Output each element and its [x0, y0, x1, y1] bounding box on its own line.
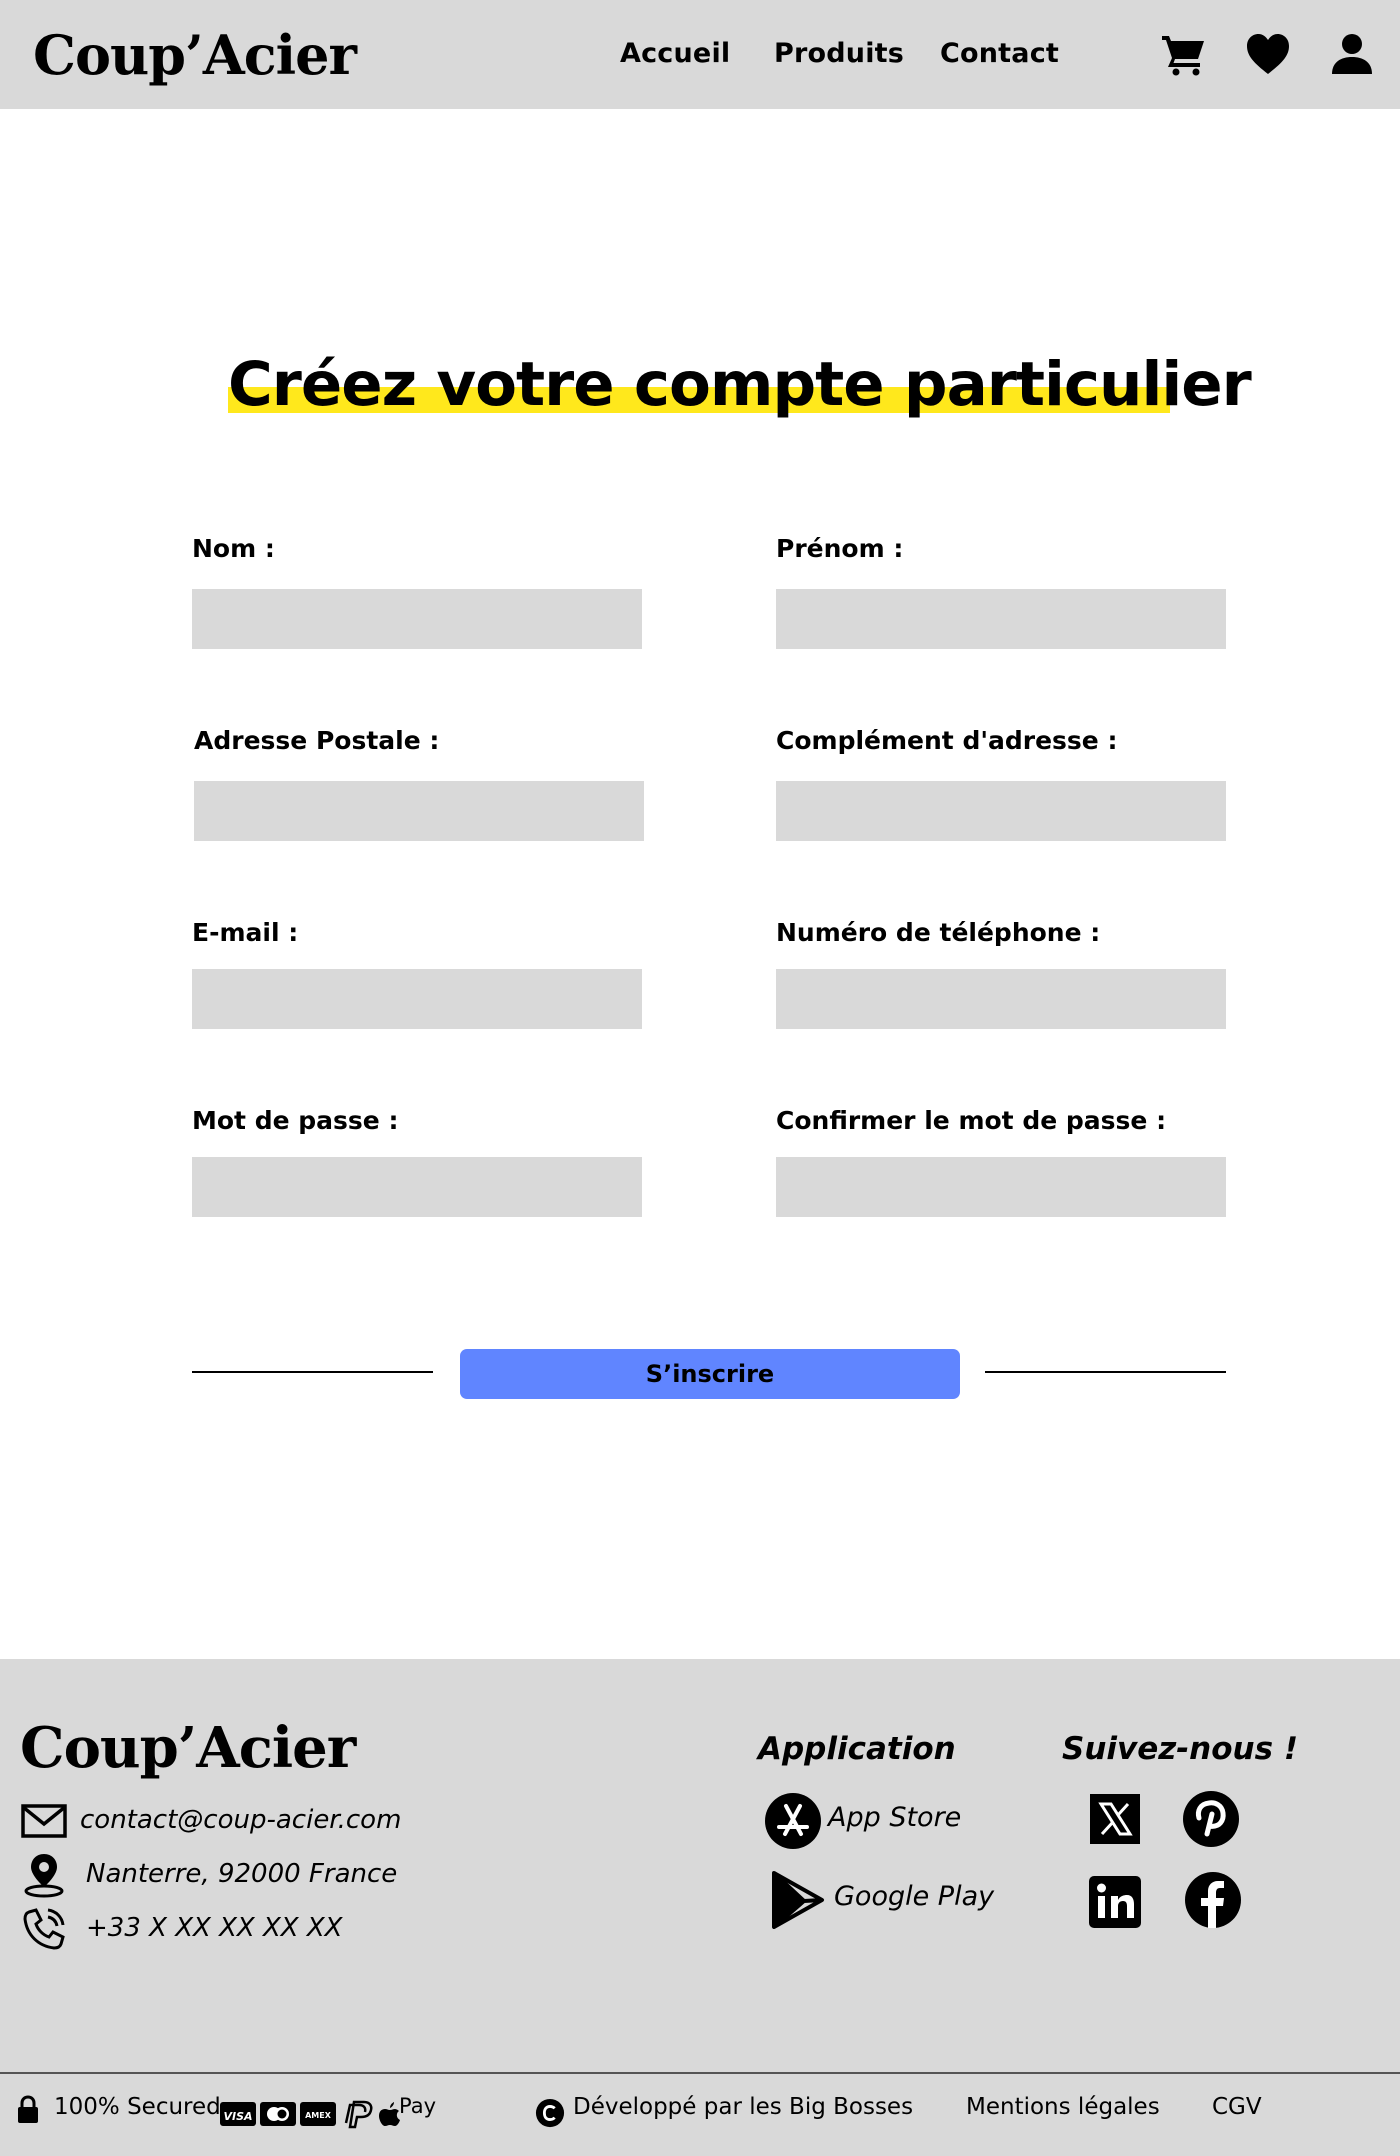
nav-accueil[interactable]: Accueil — [620, 38, 730, 69]
nom-input[interactable] — [192, 589, 642, 649]
brand-logo[interactable]: Coup’Acier — [33, 20, 357, 90]
user-icon[interactable] — [1328, 30, 1376, 78]
nav-produits[interactable]: Produits — [774, 38, 904, 69]
label-adresse: Adresse Postale : — [194, 726, 440, 755]
complement-input[interactable] — [776, 781, 1226, 841]
nav-contact[interactable]: Contact — [940, 38, 1059, 69]
prenom-input[interactable] — [776, 589, 1226, 649]
label-nom: Nom : — [192, 534, 275, 563]
cgv-link[interactable]: CGV — [1212, 2094, 1262, 2120]
adresse-input[interactable] — [194, 781, 644, 841]
label-email: E-mail : — [192, 918, 299, 947]
paypal-icon — [342, 2099, 374, 2129]
app-store-icon — [764, 1792, 822, 1850]
secured-label: 100% Secured — [54, 2094, 221, 2120]
phone-icon — [20, 1905, 68, 1953]
page-title: Créez votre compte particulier — [228, 349, 1252, 420]
heart-icon[interactable] — [1244, 30, 1292, 78]
submit-button[interactable]: S’inscrire — [460, 1349, 960, 1399]
linkedin-icon[interactable] — [1086, 1873, 1144, 1931]
label-mdp: Mot de passe : — [192, 1106, 399, 1135]
location-pin-icon — [20, 1851, 68, 1899]
label-prenom: Prénom : — [776, 534, 904, 563]
label-complement: Complément d'adresse : — [776, 726, 1118, 755]
visa-icon: VISA — [220, 2099, 256, 2129]
facebook-icon[interactable] — [1184, 1871, 1242, 1929]
social-heading: Suivez-nous ! — [1062, 1731, 1298, 1767]
x-icon[interactable] — [1086, 1790, 1144, 1848]
page-title-wrapper: Créez votre compte particulier — [228, 345, 1252, 425]
label-mdp-confirm: Confirmer le mot de passe : — [776, 1106, 1167, 1135]
divider-left — [192, 1371, 433, 1373]
divider-right — [985, 1371, 1226, 1373]
app-store-label: App Store — [828, 1802, 962, 1833]
application-heading: Application — [758, 1731, 956, 1767]
email-input[interactable] — [192, 969, 642, 1029]
svg-text:AMEX: AMEX — [305, 2111, 332, 2120]
svg-text:VISA: VISA — [223, 2110, 252, 2123]
google-play-icon — [770, 1871, 828, 1929]
lock-icon — [16, 2095, 40, 2125]
mastercard-icon — [260, 2099, 296, 2129]
amex-icon: AMEX — [300, 2099, 336, 2129]
copyright-icon — [535, 2098, 567, 2128]
mail-icon — [20, 1797, 68, 1845]
mentions-legales-link[interactable]: Mentions légales — [966, 2094, 1160, 2120]
apple-pay-label: Pay — [399, 2094, 437, 2118]
label-telephone: Numéro de téléphone : — [776, 918, 1101, 947]
confirm-password-input[interactable] — [776, 1157, 1226, 1217]
pinterest-icon[interactable] — [1182, 1790, 1240, 1848]
cart-icon[interactable] — [1160, 30, 1208, 78]
footer-separator — [0, 2072, 1400, 2074]
site-header: Coup’Acier Accueil Produits Contact — [0, 0, 1400, 109]
google-play-label: Google Play — [834, 1881, 995, 1912]
site-footer: Coup’Acier contact@coup-acier.com Nanter… — [0, 1659, 1400, 2156]
footer-phone[interactable]: +33 X XX XX XX XX — [86, 1913, 343, 1943]
credits-label: Développé par les Big Bosses — [573, 2094, 914, 2120]
password-input[interactable] — [192, 1157, 642, 1217]
footer-brand-logo[interactable]: Coup’Acier — [20, 1713, 356, 1783]
footer-address: Nanterre, 92000 France — [86, 1859, 398, 1889]
footer-email[interactable]: contact@coup-acier.com — [80, 1805, 401, 1835]
telephone-input[interactable] — [776, 969, 1226, 1029]
